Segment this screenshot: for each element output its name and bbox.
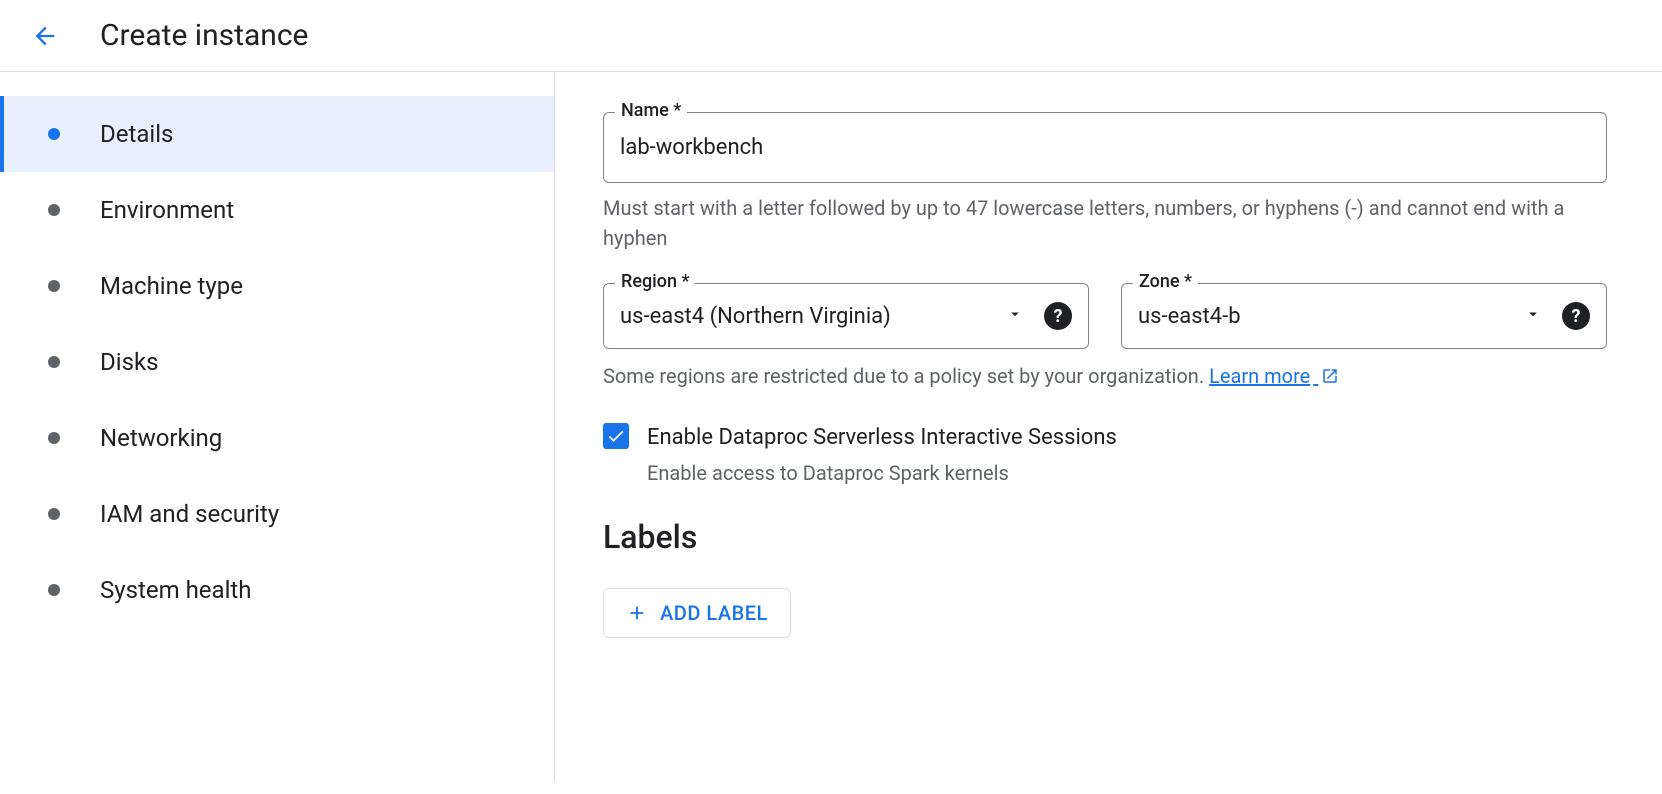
sidebar-item-details[interactable]: Details — [0, 96, 554, 172]
dataproc-checkbox[interactable] — [603, 423, 629, 449]
sidebar-item-label: Networking — [100, 424, 222, 452]
name-label: Name * — [615, 100, 687, 121]
sidebar-item-networking[interactable]: Networking — [0, 400, 554, 476]
zone-value: us-east4-b — [1138, 304, 1524, 329]
region-helper-text: Some regions are restricted due to a pol… — [603, 361, 1607, 391]
dataproc-checkbox-row: Enable Dataproc Serverless Interactive S… — [603, 421, 1607, 488]
name-field-group: Name * — [603, 112, 1607, 183]
add-label-button[interactable]: ADD LABEL — [603, 588, 791, 638]
sidebar-item-iam-security[interactable]: IAM and security — [0, 476, 554, 552]
help-icon[interactable]: ? — [1044, 302, 1072, 330]
region-field-group: Region * us-east4 (Northern Virginia) ? — [603, 283, 1089, 349]
help-icon[interactable]: ? — [1562, 302, 1590, 330]
bullet-icon — [48, 204, 60, 216]
sidebar-item-label: Details — [100, 120, 173, 148]
labels-heading: Labels — [603, 518, 1607, 556]
sidebar-item-machine-type[interactable]: Machine type — [0, 248, 554, 324]
bullet-icon — [48, 128, 60, 140]
bullet-icon — [48, 280, 60, 292]
dataproc-label: Enable Dataproc Serverless Interactive S… — [647, 421, 1117, 454]
sidebar-item-label: System health — [100, 576, 251, 604]
region-value: us-east4 (Northern Virginia) — [620, 304, 1006, 329]
plus-icon — [626, 602, 648, 624]
zone-field-group: Zone * us-east4-b ? — [1121, 283, 1607, 349]
region-label: Region * — [615, 271, 695, 292]
sidebar-item-system-health[interactable]: System health — [0, 552, 554, 628]
zone-select[interactable]: us-east4-b ? — [1121, 283, 1607, 349]
zone-label: Zone * — [1133, 271, 1198, 292]
bullet-icon — [48, 584, 60, 596]
main-container: Details Environment Machine type Disks N… — [0, 72, 1662, 782]
sidebar: Details Environment Machine type Disks N… — [0, 72, 555, 782]
sidebar-item-label: Environment — [100, 196, 234, 224]
add-label-button-text: ADD LABEL — [660, 601, 768, 625]
page-header: Create instance — [0, 0, 1662, 72]
dataproc-desc: Enable access to Dataproc Spark kernels — [647, 458, 1117, 488]
chevron-down-icon — [1006, 305, 1024, 327]
chevron-down-icon — [1524, 305, 1542, 327]
learn-more-link[interactable]: Learn more — [1209, 361, 1339, 391]
bullet-icon — [48, 356, 60, 368]
back-arrow-icon[interactable] — [30, 21, 60, 51]
region-select[interactable]: us-east4 (Northern Virginia) ? — [603, 283, 1089, 349]
sidebar-item-disks[interactable]: Disks — [0, 324, 554, 400]
bullet-icon — [48, 508, 60, 520]
sidebar-item-label: IAM and security — [100, 500, 279, 528]
bullet-icon — [48, 432, 60, 444]
region-zone-row: Region * us-east4 (Northern Virginia) ? … — [603, 283, 1607, 349]
sidebar-item-label: Machine type — [100, 272, 243, 300]
sidebar-item-environment[interactable]: Environment — [0, 172, 554, 248]
region-helper-prefix: Some regions are restricted due to a pol… — [603, 364, 1209, 388]
page-title: Create instance — [100, 18, 308, 53]
name-helper-text: Must start with a letter followed by up … — [603, 193, 1607, 253]
name-input[interactable] — [603, 112, 1607, 183]
sidebar-item-label: Disks — [100, 348, 159, 376]
dataproc-label-group: Enable Dataproc Serverless Interactive S… — [647, 421, 1117, 488]
external-link-icon — [1321, 367, 1339, 385]
content-panel: Name * Must start with a letter followed… — [555, 72, 1655, 782]
